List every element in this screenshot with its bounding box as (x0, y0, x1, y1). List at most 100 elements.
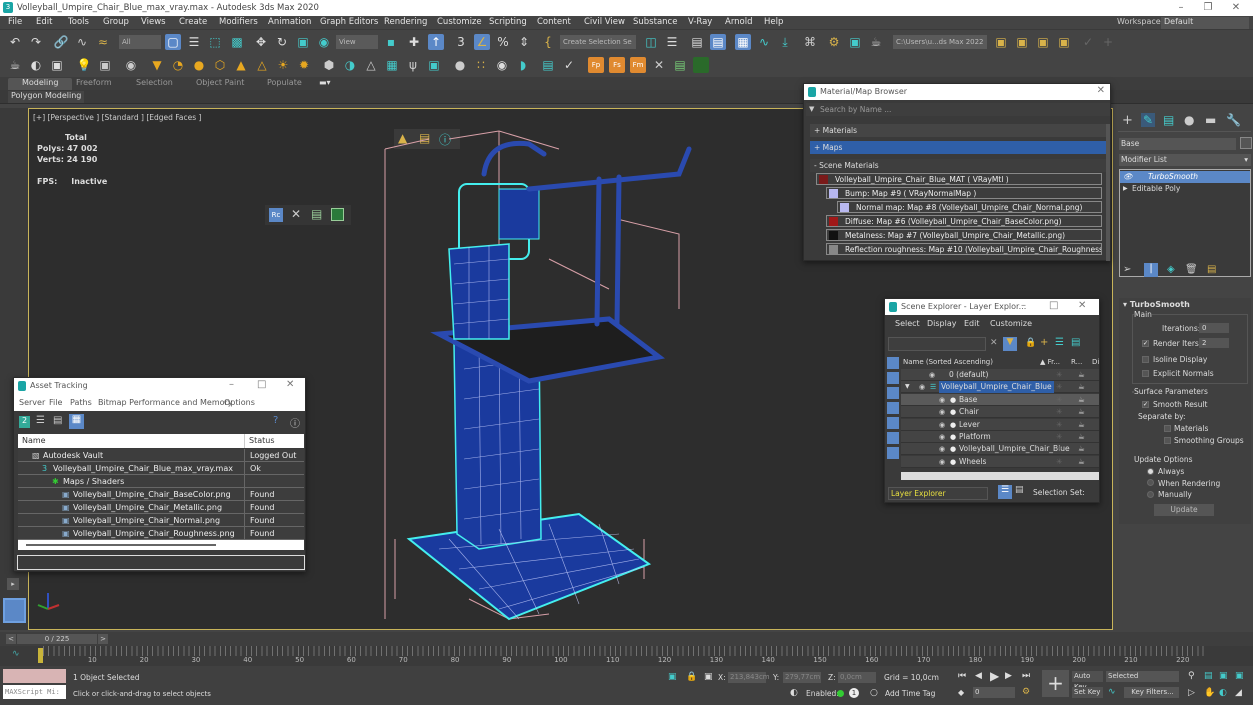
auto-key-button[interactable]: Auto Key (1072, 671, 1103, 691)
column-display[interactable]: Di (1092, 356, 1099, 368)
renderable-teapot-icon[interactable]: ☕ (1078, 381, 1085, 393)
menu-create[interactable]: Create (179, 17, 207, 27)
maximize-button[interactable]: □ (1049, 300, 1058, 311)
scene-tree-row[interactable]: ◉ ● Lever ✳ ☕ (901, 418, 1099, 431)
scene-tree-row[interactable]: ◉ 0 (default) ✳ ☕ (901, 369, 1099, 381)
add-time-tag-button[interactable]: Add Time Tag (885, 689, 935, 698)
table-icon[interactable]: ▤ (672, 57, 688, 73)
material-browser-scrollbar[interactable] (1106, 124, 1110, 261)
minimize-button[interactable]: – (1167, 1, 1195, 15)
vray-sphere-light-icon[interactable]: ● (191, 57, 207, 73)
display-groups-icon[interactable] (887, 447, 899, 459)
at-menu-file[interactable]: File (49, 394, 62, 411)
hierarchy-tab-icon[interactable]: ▤ (1163, 113, 1174, 127)
vray-logo-icon[interactable]: ✓ (561, 57, 577, 73)
z-coordinate-field[interactable]: 0,0cm (838, 672, 876, 683)
display-helpers-icon[interactable] (887, 417, 899, 429)
visibility-eye-icon[interactable]: ◉ (919, 381, 925, 393)
bind-space-warp-icon[interactable]: ≈ (95, 34, 111, 50)
display-tab-icon[interactable]: ▬ (1205, 113, 1216, 127)
renderable-teapot-icon[interactable]: ☕ (1078, 406, 1085, 418)
visibility-eye-icon[interactable]: ◉ (939, 456, 945, 468)
ribbon-tab-object-paint[interactable]: Object Paint (196, 78, 244, 87)
track-bar[interactable]: ∿ 10 20 30 40 50 60 70 80 90 100 110 120 130 140 150 16… (0, 646, 1253, 666)
close-button[interactable]: ✕ (1078, 300, 1086, 311)
project-path-dropdown[interactable]: C:\Users\u...ds Max 2022 (893, 35, 987, 49)
asset-path-field[interactable] (17, 555, 305, 570)
key-mode-dropdown[interactable]: Selected (1106, 671, 1179, 682)
configure-sets-icon[interactable]: ▤ (1207, 264, 1216, 275)
zoom-icon[interactable]: ⚲ (1188, 671, 1195, 681)
object-name-field[interactable]: Base (1119, 138, 1236, 150)
workspaces-select[interactable]: Default (1161, 17, 1249, 29)
keyboard-shortcut-icon[interactable]: ↑ (428, 34, 444, 50)
at-menu-server[interactable]: Server (19, 394, 45, 411)
menu-customize[interactable]: Customize (437, 17, 482, 27)
go-to-end-icon[interactable]: ⏭ (1022, 671, 1030, 681)
clear-search-icon[interactable]: ✕ (990, 338, 998, 348)
column-render[interactable]: R... (1071, 356, 1082, 368)
project-folder-icon[interactable]: ▣ (993, 34, 1009, 50)
time-tag-icon[interactable]: ○ (870, 688, 878, 698)
list-view-icon[interactable]: ☰ (36, 415, 45, 426)
visibility-eye-icon[interactable]: ◉ (939, 419, 945, 431)
percent-snap-icon[interactable]: % (495, 34, 511, 50)
vray-dome-icon[interactable]: ◔ (170, 57, 186, 73)
display-geometry-icon[interactable] (887, 357, 899, 369)
layer-stack-icon[interactable]: ☰ (1055, 337, 1064, 348)
material-search-input[interactable]: Search by Name ... (806, 103, 1110, 116)
select-manipulate-icon[interactable]: ✚ (406, 34, 422, 50)
renderable-teapot-icon[interactable]: ☕ (1078, 394, 1085, 406)
time-config-icon[interactable]: ⚙ (1022, 687, 1030, 697)
green-panel-icon[interactable] (693, 57, 709, 73)
vray-wrapper-icon[interactable]: ◗ (515, 57, 531, 73)
vray-mesh-light-icon[interactable]: ⬡ (212, 57, 228, 73)
info-icon[interactable]: ⓘ (290, 415, 300, 430)
menu-substance[interactable]: Substance (633, 17, 677, 27)
materials-checkbox[interactable] (1164, 425, 1171, 432)
explorer-type-dropdown[interactable]: Layer Explorer (888, 487, 988, 500)
vray-material-ball-icon[interactable]: ● (452, 57, 468, 73)
play-icon[interactable]: ▶ (990, 669, 999, 683)
selection-lock-icon[interactable]: 🔒 (686, 672, 697, 682)
vray-grass-icon[interactable]: ψ (405, 57, 421, 73)
vray-light-plane-icon[interactable]: ▼ (149, 57, 165, 73)
light-icon[interactable]: 💡 (76, 57, 92, 73)
maximize-button[interactable]: □ (257, 379, 266, 390)
render-iters-checkbox[interactable]: ✓ (1142, 340, 1149, 347)
expand-icon[interactable]: ▶ (1123, 183, 1128, 195)
scene-tree-row[interactable]: ◉ ● Base ✳ ☕ (901, 393, 1099, 406)
ribbon-tab-selection[interactable]: Selection (136, 78, 173, 87)
renderable-teapot-icon[interactable]: ☕ (1078, 419, 1085, 431)
y-coordinate-field[interactable]: 279,77cm (783, 672, 821, 683)
smoothing-groups-checkbox[interactable] (1164, 437, 1171, 444)
maxscript-listener-output[interactable] (3, 669, 66, 683)
vray-instancer-icon[interactable]: ▦ (384, 57, 400, 73)
render-setup-icon[interactable]: ⚙ (826, 34, 842, 50)
unlink-icon[interactable]: ∿ (74, 34, 90, 50)
show-end-result-icon[interactable]: | (1144, 263, 1158, 277)
next-key-icon[interactable]: ▶ (1005, 671, 1012, 681)
selection-filter-dropdown[interactable]: All (119, 35, 161, 49)
set-key-button[interactable]: Set Key (1072, 687, 1103, 698)
menu-file[interactable]: File (8, 17, 22, 27)
menu-edit[interactable]: Edit (36, 17, 52, 27)
mirror-icon[interactable]: ◫ (643, 34, 659, 50)
field-of-view-icon[interactable]: ▷ (1188, 688, 1195, 698)
ribbon-tab-modeling[interactable]: Modeling (8, 78, 73, 90)
named-selection-dropdown[interactable]: Create Selection Se (560, 35, 636, 49)
time-slider-thumb[interactable]: 0 / 225 (17, 634, 97, 644)
menu-content[interactable]: Content (537, 17, 571, 27)
key-filters-button[interactable]: Key Filters... (1124, 687, 1179, 698)
vray-sky-icon[interactable]: ✹ (296, 57, 312, 73)
asset-row[interactable]: ▣ Volleyball_Umpire_Chair_BaseColor.png Fo… (18, 488, 304, 501)
info-badge-icon[interactable]: 1 (849, 688, 859, 698)
minimize-button[interactable]: – (229, 379, 234, 390)
asset-row[interactable]: 3 Volleyball_Umpire_Chair_Blue_max_vray.m… (18, 462, 304, 475)
vray-sun-icon[interactable]: ☀ (275, 57, 291, 73)
render-iters-spinner[interactable]: 2 (1199, 338, 1229, 348)
freeze-icon[interactable]: ✳ (1056, 419, 1062, 431)
reference-coord-dropdown[interactable]: View (336, 35, 378, 49)
column-name[interactable]: Name (Sorted Ascending) (903, 356, 993, 368)
menu-views[interactable]: Views (141, 17, 166, 27)
